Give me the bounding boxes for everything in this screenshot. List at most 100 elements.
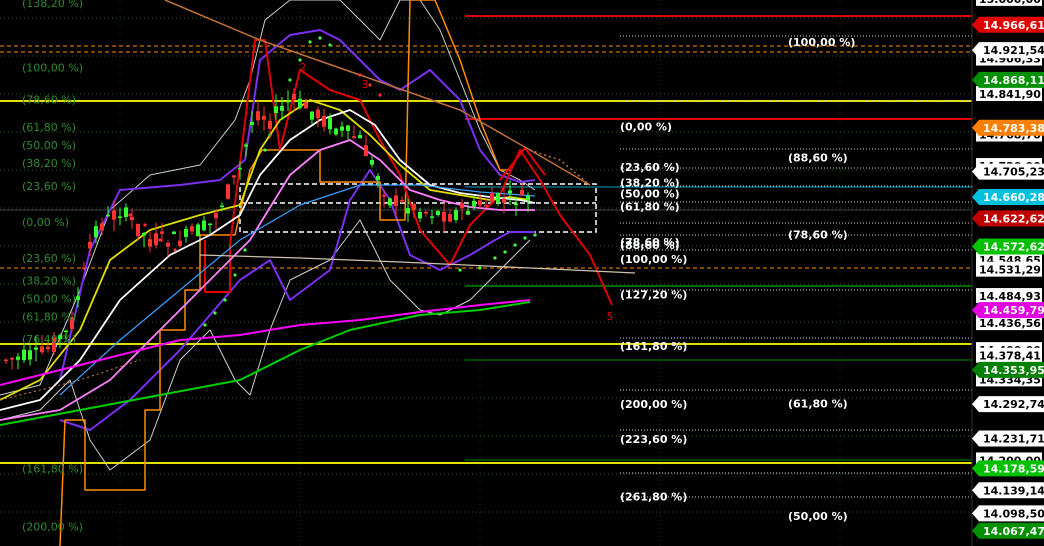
sar-dot-red — [368, 83, 372, 87]
candle-body — [142, 232, 146, 236]
price-label-partial: 14.841,90 — [979, 88, 1041, 101]
candle-body — [40, 346, 44, 353]
candle-body — [214, 213, 218, 219]
fib-right-label: (261,80 %) — [620, 490, 687, 503]
fib-right-label: (61,80 %) — [620, 201, 680, 214]
candle-body — [46, 346, 50, 350]
candle-body — [106, 214, 110, 217]
price-label: 14.572,62 — [983, 241, 1044, 254]
fib-left-label: (38,20 %) — [22, 157, 76, 170]
candle-body — [340, 126, 344, 131]
fib-right-label: (200,00 %) — [620, 398, 687, 411]
chart-background — [0, 0, 1044, 546]
candle-body — [364, 145, 368, 157]
price-label: 14.783,38 — [983, 122, 1044, 135]
candle-body — [388, 198, 392, 206]
candle-body — [358, 135, 362, 139]
candle-body — [4, 359, 8, 362]
sar-dot — [458, 268, 462, 272]
candle-body — [484, 205, 488, 207]
sar-dot — [288, 78, 292, 82]
candle-body — [130, 216, 134, 221]
wave-label: 5 — [607, 310, 614, 323]
candle-body — [442, 211, 446, 222]
fib-left-label: (76,40 %) — [22, 333, 76, 346]
candle-body — [88, 241, 92, 249]
fib-right-label: (50,00 %) — [620, 188, 680, 201]
candle-body — [382, 194, 386, 197]
candle-body — [334, 128, 338, 135]
candle-body — [256, 111, 260, 121]
candle-body — [250, 121, 254, 125]
sar-dot — [513, 243, 517, 247]
candle-body — [322, 115, 326, 127]
candle-body — [502, 198, 506, 203]
candle-body — [34, 347, 38, 350]
candle-body — [184, 228, 188, 237]
fib-left-label: (138,20 %) — [22, 0, 83, 10]
fib-left-label: (50,00 %) — [22, 139, 76, 152]
fib-left-label: (78,60 %) — [22, 94, 76, 107]
sar-dot — [523, 236, 527, 240]
fib-left-label: (61,80 %) — [22, 310, 76, 323]
price-label: 14.139,14 — [983, 484, 1044, 497]
candle-body — [412, 203, 416, 210]
candle-body — [514, 203, 518, 206]
fib-right-label: (88,60 %) — [620, 239, 680, 252]
candle-body — [178, 240, 182, 246]
candle-body — [508, 190, 512, 194]
fib-left-label: (161,80 %) — [22, 462, 83, 475]
candle-body — [160, 231, 164, 234]
candle-body — [496, 193, 500, 203]
fib-right-label: (61,80 %) — [788, 398, 848, 411]
sar-dot — [223, 298, 227, 302]
wave-label: 2 — [300, 61, 307, 74]
candle-body — [202, 220, 206, 231]
candle-body — [166, 242, 170, 247]
candle-body — [28, 350, 32, 360]
price-label-partial: 14.436,56 — [979, 317, 1041, 330]
candle-body — [274, 106, 278, 113]
candle-body — [208, 223, 212, 225]
candle-body — [400, 199, 404, 202]
price-label-partial: 14.531,29 — [979, 264, 1041, 277]
price-label: 14.178,59 — [983, 462, 1044, 475]
candle-body — [280, 106, 284, 111]
candle-body — [22, 349, 26, 361]
candle-body — [292, 93, 296, 100]
sar-dot — [203, 323, 207, 327]
candle-body — [172, 231, 176, 235]
sar-dot — [478, 266, 482, 270]
candle-body — [94, 226, 98, 238]
candle-body — [418, 211, 422, 219]
fib-right-label: (100,00 %) — [788, 36, 855, 49]
candle-body — [424, 212, 428, 214]
candle-body — [220, 205, 224, 208]
price-label: 14.292,74 — [983, 398, 1044, 411]
price-label: 14.921,54 — [983, 44, 1044, 57]
fib-right-label: (0,00 %) — [620, 121, 672, 134]
fib-left-label: (200,00 %) — [22, 520, 83, 533]
candle-body — [346, 125, 350, 131]
candle-body — [448, 214, 452, 222]
candle-body — [310, 111, 314, 120]
candle-body — [112, 210, 116, 220]
candle-body — [10, 357, 14, 360]
sar-dot — [503, 250, 507, 254]
price-axis[interactable]: 15.000,0014.906,3314.841,9014.768,7014.7… — [971, 0, 1044, 546]
candle-body — [190, 226, 194, 232]
candle-body — [232, 175, 236, 178]
candle-body — [16, 356, 20, 360]
price-label-partial: 15.000,00 — [979, 0, 1041, 6]
candle-body — [406, 208, 410, 214]
candle-body — [76, 296, 80, 300]
candle-body — [328, 117, 332, 130]
candle-body — [196, 224, 200, 237]
candle-body — [238, 167, 242, 170]
sar-dot-red — [378, 93, 382, 97]
fib-left-label: (100,00 %) — [22, 62, 83, 75]
sar-dot-red — [158, 238, 162, 242]
fib-right-label: (100,00 %) — [620, 253, 687, 266]
price-chart[interactable]: 2 3 5 (138,20 %) (100,00 %) (78,60 %) (61,80 … — [0, 0, 1044, 546]
candle-body — [298, 98, 302, 108]
